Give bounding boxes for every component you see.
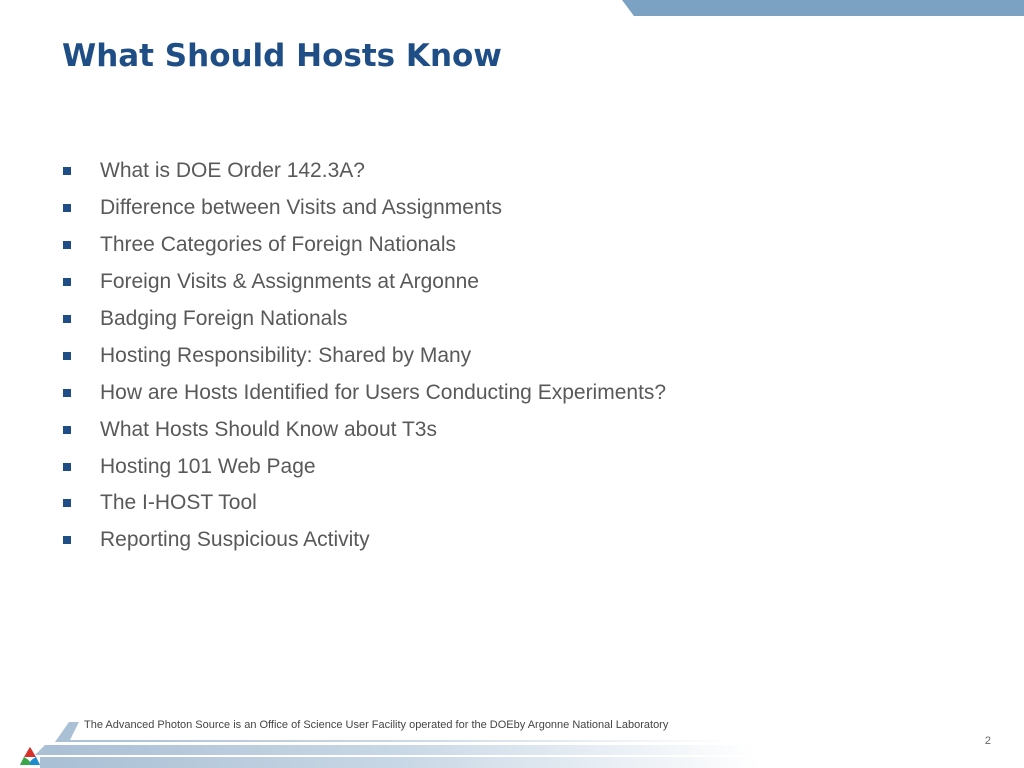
footer-text: The Advanced Photon Source is an Office … (84, 719, 669, 731)
bullet-item: Three Categories of Foreign Nationals (63, 227, 666, 264)
bullet-list: What is DOE Order 142.3A? Difference bet… (63, 153, 666, 559)
square-bullet-icon (63, 499, 71, 508)
bullet-text: Hosting Responsibility: Shared by Many (100, 343, 472, 367)
bullet-item: Difference between Visits and Assignment… (63, 190, 666, 227)
slide-footer: The Advanced Photon Source is an Office … (0, 708, 1024, 768)
square-bullet-icon (63, 388, 71, 397)
bullet-item: Reporting Suspicious Activity (63, 522, 666, 559)
bullet-text: Three Categories of Foreign Nationals (100, 233, 457, 257)
square-bullet-icon (63, 351, 71, 360)
bullet-item: How are Hosts Identified for Users Condu… (63, 374, 666, 411)
bullet-text: What is DOE Order 142.3A? (100, 159, 365, 183)
top-decorative-band (622, 0, 1024, 16)
bullet-text: Foreign Visits & Assignments at Argonne (100, 270, 479, 294)
footer-stripe (35, 745, 755, 755)
square-bullet-icon (63, 278, 71, 287)
bullet-text: Hosting 101 Web Page (100, 454, 316, 478)
square-bullet-icon (63, 241, 71, 250)
square-bullet-icon (63, 204, 71, 213)
argonne-triangle-logo-icon (20, 747, 40, 765)
bullet-item: Hosting 101 Web Page (63, 448, 666, 485)
bullet-text: How are Hosts Identified for Users Condu… (100, 380, 667, 404)
bullet-item: The I-HOST Tool (63, 485, 666, 522)
square-bullet-icon (63, 167, 71, 176)
bullet-item: Foreign Visits & Assignments at Argonne (63, 264, 666, 301)
bullet-item: Hosting Responsibility: Shared by Many (63, 337, 666, 374)
footer-stripe (40, 757, 760, 768)
bullet-item: Badging Foreign Nationals (63, 301, 666, 338)
bullet-text: Badging Foreign Nationals (100, 307, 348, 330)
bullet-item: What is DOE Order 142.3A? (63, 153, 666, 190)
bullet-text: Reporting Suspicious Activity (100, 528, 370, 552)
bullet-text: What Hosts Should Know about T3s (100, 417, 437, 441)
bullet-text: The I-HOST Tool (100, 491, 257, 515)
square-bullet-icon (63, 462, 71, 471)
bullet-item: What Hosts Should Know about T3s (63, 411, 666, 448)
square-bullet-icon (63, 425, 71, 434)
square-bullet-icon (63, 536, 71, 545)
slide-title: What Should Hosts Know (62, 38, 502, 74)
page-number: 2 (984, 735, 991, 747)
bullet-text: Difference between Visits and Assignment… (100, 196, 502, 220)
square-bullet-icon (63, 315, 71, 323)
